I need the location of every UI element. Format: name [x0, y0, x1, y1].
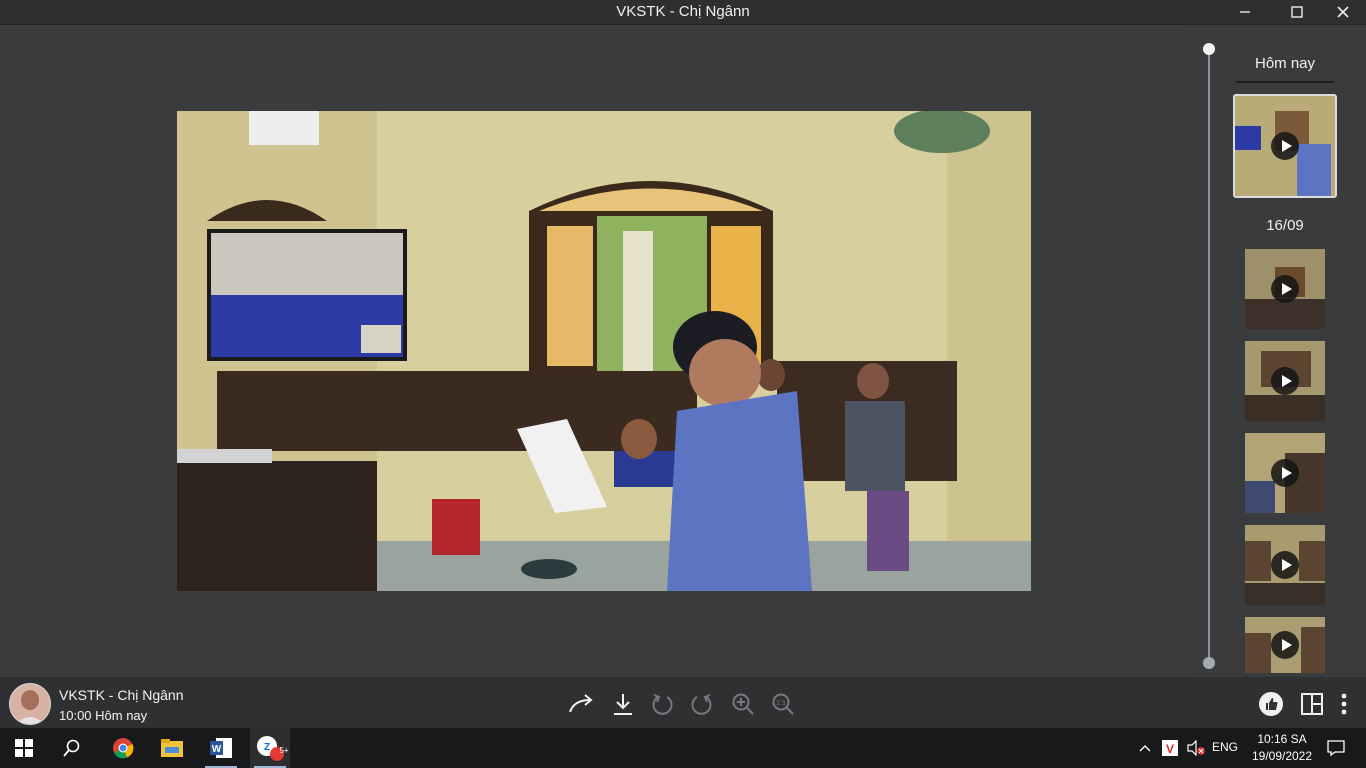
thumbnail[interactable] — [1245, 249, 1325, 329]
download-icon — [614, 694, 632, 715]
input-language[interactable]: ENG — [1212, 740, 1238, 754]
thumbnail[interactable] — [1245, 617, 1325, 673]
date-group-label: 16/09 — [1266, 217, 1304, 234]
start-button[interactable] — [4, 728, 44, 768]
action-center-button[interactable] — [1316, 728, 1356, 768]
timeline-end-dot — [1203, 657, 1215, 669]
title-bar: VKSTK - Chị Ngânn — [0, 0, 1366, 25]
like-icon — [1259, 692, 1283, 716]
chevron-up-icon — [1139, 745, 1151, 752]
unikey-icon: V — [1162, 740, 1178, 756]
layout-icon — [1301, 693, 1323, 715]
timeline-scrollbar[interactable] — [1208, 48, 1210, 664]
zoom-in-icon — [732, 693, 754, 715]
avatar[interactable] — [9, 683, 51, 725]
minimize-icon — [1240, 11, 1250, 13]
rotate-right-button[interactable] — [688, 690, 716, 718]
zoom-actual-size-button[interactable]: 1:1 — [769, 690, 797, 718]
window-title: VKSTK - Chị Ngânn — [616, 3, 750, 20]
share-button[interactable] — [568, 690, 596, 718]
zoom-in-button[interactable] — [729, 690, 757, 718]
taskbar: W Z 5+ V ENG 10:16 SA 19/09/2022 — [0, 728, 1366, 768]
more-button[interactable] — [1330, 690, 1358, 718]
share-icon — [569, 694, 593, 713]
play-icon — [1271, 459, 1299, 487]
notification-icon — [1327, 740, 1345, 756]
zoom-actual-icon: 1:1 — [772, 693, 794, 715]
play-icon — [1271, 132, 1299, 160]
courtroom-photo[interactable] — [177, 111, 1031, 591]
date-group-label: Hôm nay — [1254, 55, 1316, 72]
svg-text:1:1: 1:1 — [776, 700, 786, 707]
like-button[interactable] — [1257, 690, 1285, 718]
search-icon — [63, 739, 80, 757]
thumbnail[interactable] — [1245, 525, 1325, 605]
notification-badge: 5+ — [279, 746, 289, 755]
show-hidden-icons-button[interactable] — [1133, 728, 1157, 768]
timeline-handle[interactable] — [1203, 43, 1215, 55]
zalo-taskbar-button[interactable]: Z 5+ — [250, 728, 290, 768]
play-icon — [1271, 551, 1299, 579]
search-button[interactable] — [52, 728, 92, 768]
more-icon — [1341, 693, 1347, 715]
thumbnail[interactable] — [1245, 433, 1325, 513]
volume-muted-icon — [1187, 740, 1205, 756]
file-explorer-taskbar-button[interactable] — [152, 728, 192, 768]
chrome-taskbar-button[interactable] — [103, 728, 143, 768]
chrome-icon — [113, 738, 134, 759]
media-viewer — [0, 25, 1190, 677]
sender-time: 10:00 Hôm nay — [59, 708, 148, 723]
sender-name: VKSTK - Chị Ngânn — [59, 687, 184, 703]
word-taskbar-button[interactable]: W — [201, 728, 241, 768]
bottom-toolbar: VKSTK - Chị Ngânn 10:00 Hôm nay 1:1 — [0, 677, 1366, 728]
word-icon: W — [210, 738, 232, 758]
close-button[interactable] — [1320, 0, 1366, 24]
download-button[interactable] — [609, 690, 637, 718]
windows-start-icon — [15, 739, 33, 757]
layout-button[interactable] — [1298, 690, 1326, 718]
maximize-button[interactable] — [1274, 0, 1320, 24]
rotate-left-button[interactable] — [648, 690, 676, 718]
thumbnail-selected[interactable] — [1233, 94, 1337, 198]
rotate-left-icon — [652, 694, 673, 715]
play-icon — [1271, 367, 1299, 395]
play-icon — [1271, 275, 1299, 303]
svg-text:W: W — [212, 744, 222, 755]
minimize-button[interactable] — [1222, 0, 1268, 24]
file-explorer-icon — [161, 739, 183, 757]
thumbnail[interactable] — [1245, 341, 1325, 421]
close-icon — [1337, 6, 1349, 18]
svg-text:Z: Z — [264, 742, 270, 753]
maximize-icon — [1291, 6, 1303, 18]
clock-date[interactable]: 19/09/2022 — [1246, 749, 1318, 763]
play-icon — [1271, 631, 1299, 659]
volume-tray-button[interactable] — [1184, 728, 1208, 768]
date-underline — [1236, 81, 1334, 83]
unikey-tray-button[interactable]: V — [1158, 728, 1182, 768]
rotate-right-icon — [691, 694, 712, 715]
svg-text:V: V — [1166, 742, 1174, 756]
clock-time[interactable]: 10:16 SA — [1246, 732, 1318, 746]
